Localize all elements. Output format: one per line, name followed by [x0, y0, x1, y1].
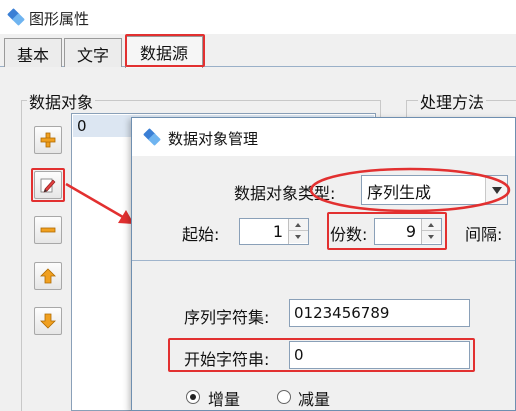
edit-button[interactable]	[34, 171, 62, 199]
radio-increase[interactable]	[186, 390, 200, 404]
start-string-label: 开始字符串:	[184, 350, 270, 369]
copies-label: 份数:	[330, 225, 368, 244]
processing-label: 处理方法	[418, 89, 487, 113]
spin-down-icon[interactable]	[289, 231, 308, 243]
remove-button[interactable]	[34, 216, 62, 244]
tab-text[interactable]: 文字	[64, 38, 122, 67]
radio-increase-label: 增量	[208, 390, 241, 409]
properties-window: 图形属性 基本 文字 数据源 数据对象 处理方法 0 数据对象管理 数据对象类型…	[0, 0, 516, 411]
interval-label: 间隔:	[465, 225, 503, 244]
tab-basic[interactable]: 基本	[4, 38, 62, 67]
tab-data-source[interactable]: 数据源	[125, 36, 203, 68]
data-objects-label: 数据对象	[27, 89, 96, 113]
copies-spinner-buttons[interactable]	[421, 219, 441, 244]
radio-decrease-label: 减量	[298, 390, 331, 409]
list-item-label: 0	[77, 117, 87, 135]
charset-input[interactable]	[290, 300, 469, 326]
dialog-app-icon	[143, 128, 161, 146]
move-up-button[interactable]	[34, 262, 62, 290]
pointer-arrow	[65, 182, 134, 224]
highlight-type-ellipse	[309, 167, 511, 213]
app-diamond-icon	[7, 8, 25, 26]
start-label: 起始:	[182, 225, 220, 244]
dialog-divider	[132, 260, 515, 261]
window-titlebar: 图形属性	[0, 0, 516, 34]
start-spinner[interactable]: 1	[239, 218, 309, 245]
dialog-title: 数据对象管理	[168, 130, 259, 148]
minus-icon	[40, 227, 56, 233]
tab-bar: 基本 文字 数据源	[0, 34, 516, 68]
copies-spinner[interactable]: 9	[374, 218, 442, 245]
window-title: 图形属性	[29, 10, 90, 28]
plus-icon	[40, 132, 56, 148]
start-string-input-box[interactable]	[289, 341, 470, 369]
spin-up-icon[interactable]	[422, 219, 441, 231]
start-value: 1	[272, 222, 283, 241]
dialog-titlebar: 数据对象管理	[132, 118, 515, 156]
spin-down-icon[interactable]	[422, 231, 441, 243]
data-object-manager-dialog: 数据对象管理 数据对象类型: 序列生成 起始: 1 份数: 9 间隔: 序列字符…	[131, 117, 516, 411]
edit-pencil-icon	[40, 178, 56, 193]
charset-input-box[interactable]	[289, 299, 470, 327]
start-spinner-buttons[interactable]	[288, 219, 308, 244]
arrow-up-icon	[40, 268, 56, 284]
radio-decrease[interactable]	[277, 390, 291, 404]
arrow-down-icon	[40, 313, 56, 329]
copies-value: 9	[405, 222, 416, 241]
charset-label: 序列字符集:	[184, 308, 270, 327]
spin-up-icon[interactable]	[289, 219, 308, 231]
add-button[interactable]	[34, 126, 62, 154]
start-string-input[interactable]	[290, 342, 469, 368]
move-down-button[interactable]	[34, 307, 62, 335]
